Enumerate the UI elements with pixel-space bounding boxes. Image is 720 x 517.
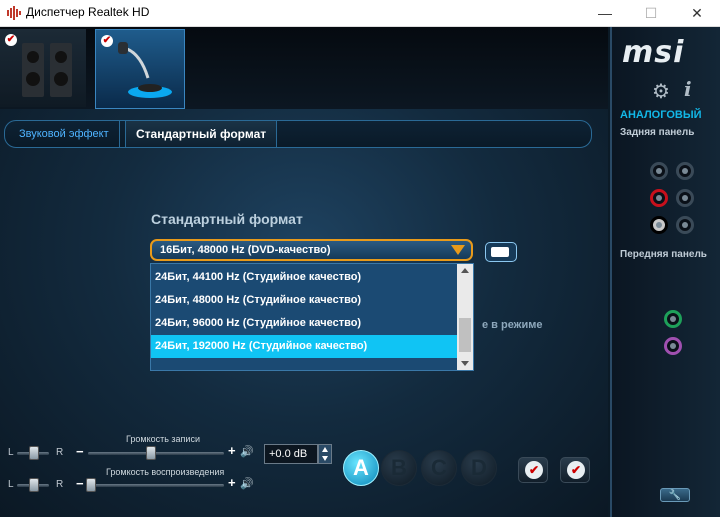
list-scrollbar[interactable] xyxy=(457,264,473,370)
gear-icon[interactable]: ⚙ xyxy=(652,79,670,104)
close-button[interactable]: ✕ xyxy=(674,0,720,26)
spin-down-icon[interactable] xyxy=(322,456,328,461)
partial-option-text: е в режиме xyxy=(482,319,543,331)
record-volume-track[interactable] xyxy=(88,452,224,455)
title-bar: Диспетчер Realtek HD — ☐ ✕ xyxy=(0,0,720,27)
playback-minus-button[interactable]: − xyxy=(76,476,84,491)
default-check-icon: ✔ xyxy=(5,34,17,46)
playback-volume-label: Громкость воспроизведения xyxy=(106,467,225,477)
check-icon: ✔ xyxy=(525,461,543,479)
left-label: L xyxy=(8,479,14,490)
db-field[interactable]: +0.0 dB xyxy=(264,444,318,464)
microphone-icon xyxy=(118,42,172,98)
speakers-device-tab[interactable]: ✔ xyxy=(0,29,86,107)
rear-panel-label: Задняя панель xyxy=(620,127,695,138)
right-label: R xyxy=(56,447,64,458)
main-area: ✔ ✔ Звуковой эффект Стандартный формат С… xyxy=(0,27,608,517)
rear-jack[interactable] xyxy=(650,162,668,180)
speaker-icon[interactable]: 🔊 xyxy=(240,445,254,458)
spin-up-icon[interactable] xyxy=(322,447,328,452)
front-jack-green[interactable] xyxy=(664,310,682,328)
format-dropdown-list: 24Бит, 44100 Hz (Студийное качество) 24Б… xyxy=(150,263,474,371)
playback-balance-knob[interactable] xyxy=(29,478,39,492)
realtek-client: ✔ ✔ Звуковой эффект Стандартный формат С… xyxy=(0,27,720,517)
front-jack-pink[interactable] xyxy=(664,337,682,355)
scroll-down-icon[interactable] xyxy=(461,361,469,366)
preset-d-button[interactable]: D xyxy=(461,450,497,486)
speakers-icon xyxy=(22,43,72,97)
info-icon[interactable]: i xyxy=(684,77,692,101)
tab-default-format[interactable]: Стандартный формат xyxy=(125,121,278,147)
preset-c-button[interactable]: C xyxy=(421,450,457,486)
front-panel-label: Передняя панель xyxy=(620,249,707,260)
record-volume-label: Громкость записи xyxy=(126,434,200,444)
realtek-speaker-icon xyxy=(7,6,21,20)
playback-plus-button[interactable]: + xyxy=(228,475,236,490)
section-title: Стандартный формат xyxy=(151,211,303,227)
db-spinner[interactable] xyxy=(318,444,332,464)
left-label: L xyxy=(8,447,14,458)
scroll-thumb[interactable] xyxy=(459,318,471,352)
check-icon: ✔ xyxy=(567,461,585,479)
toggle-knob xyxy=(491,247,509,257)
rear-jack[interactable] xyxy=(676,162,694,180)
connector-panel: msi ⚙ i АНАЛОГОВЫЙ Задняя панель Передня… xyxy=(610,27,720,517)
apply-button[interactable]: ✔ xyxy=(518,457,548,483)
format-option[interactable]: 24Бит, 48000 Hz (Студийное качество) xyxy=(151,289,457,312)
tab-sound-effect[interactable]: Звуковой эффект xyxy=(9,121,120,147)
maximize-button[interactable]: ☐ xyxy=(628,0,674,26)
tab-bar: Звуковой эффект Стандартный формат xyxy=(4,120,592,148)
minimize-button[interactable]: — xyxy=(582,0,628,26)
rear-jack[interactable] xyxy=(676,216,694,234)
record-volume-knob[interactable] xyxy=(146,446,156,460)
analog-label: АНАЛОГОВЫЙ xyxy=(620,109,702,121)
speaker-icon[interactable]: 🔊 xyxy=(240,477,254,490)
rear-jack-black[interactable] xyxy=(650,216,668,234)
wrench-icon[interactable]: 🔧 xyxy=(660,488,690,502)
rear-jack[interactable] xyxy=(676,189,694,207)
preset-b-button[interactable]: B xyxy=(381,450,417,486)
dropdown-arrow-icon[interactable] xyxy=(451,245,465,255)
window-title: Диспетчер Realtek HD xyxy=(26,5,150,19)
format-select[interactable]: 16Бит, 48000 Hz (DVD-качество) xyxy=(150,239,473,261)
apply-all-button[interactable]: ✔ xyxy=(560,457,590,483)
format-option[interactable]: 24Бит, 96000 Hz (Студийное качество) xyxy=(151,312,457,335)
rear-jack-red[interactable] xyxy=(650,189,668,207)
right-label: R xyxy=(56,479,64,490)
format-toggle[interactable] xyxy=(485,242,517,262)
msi-logo: msi xyxy=(622,35,685,70)
record-plus-button[interactable]: + xyxy=(228,443,236,458)
preset-a-button[interactable]: A xyxy=(343,450,379,486)
format-select-value: 16Бит, 48000 Hz (DVD-качество) xyxy=(160,244,331,256)
playback-volume-track[interactable] xyxy=(88,484,224,487)
format-option[interactable]: 24Бит, 44100 Hz (Студийное качество) xyxy=(151,266,457,289)
scroll-up-icon[interactable] xyxy=(461,268,469,273)
microphone-device-tab[interactable]: ✔ xyxy=(95,29,185,109)
record-minus-button[interactable]: − xyxy=(76,444,84,459)
record-balance-knob[interactable] xyxy=(29,446,39,460)
playback-volume-knob[interactable] xyxy=(86,478,96,492)
device-strip: ✔ ✔ xyxy=(0,27,608,109)
format-option-selected[interactable]: 24Бит, 192000 Hz (Студийное качество) xyxy=(151,335,457,358)
